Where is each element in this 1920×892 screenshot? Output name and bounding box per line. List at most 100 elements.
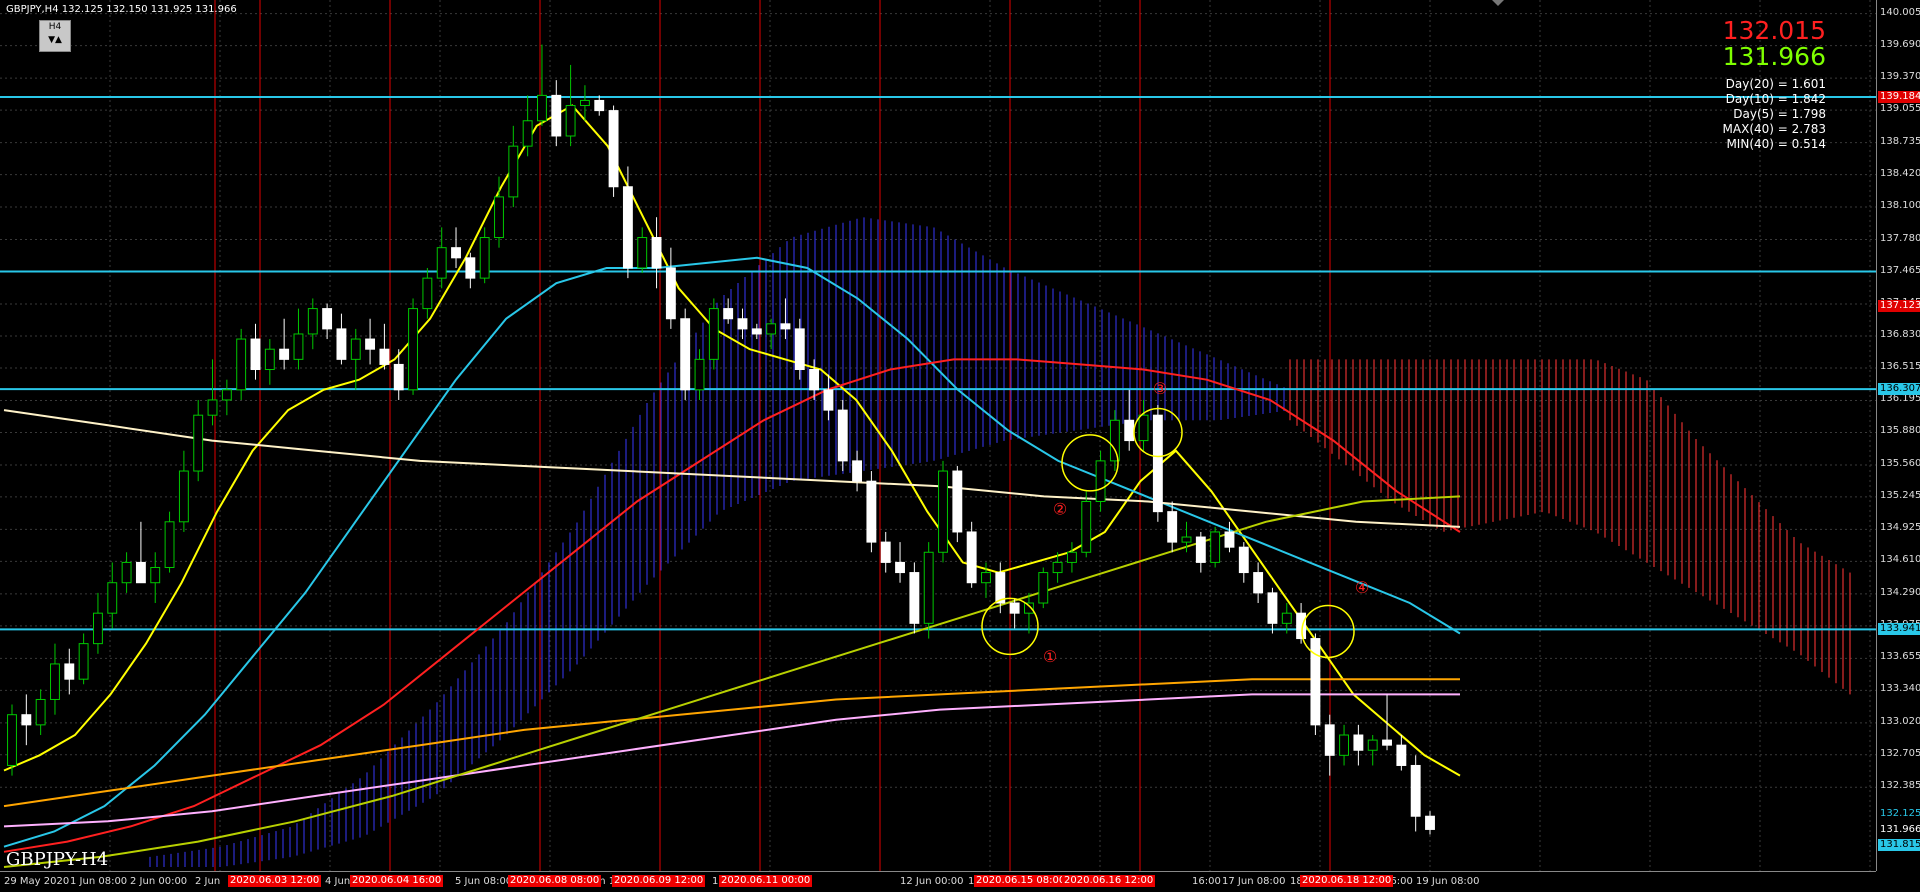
time-tag: 2020.06.04 16:00: [350, 875, 444, 887]
candle-body: [1210, 531, 1221, 563]
price-label: 133.655: [1880, 651, 1920, 663]
candle-body: [379, 348, 390, 365]
candle-body: [1095, 460, 1106, 502]
candle-body: [537, 94, 547, 122]
price-label: 132.385: [1880, 780, 1920, 792]
candle-body: [952, 470, 963, 533]
timeframe-box[interactable]: H4 ▼▲: [39, 20, 71, 52]
price-label: 138.420: [1880, 167, 1920, 179]
candle-body: [966, 531, 977, 584]
candle-body: [1281, 612, 1292, 624]
candle-body: [1109, 419, 1120, 462]
candle-body: [594, 99, 605, 112]
price-label: 133.340: [1880, 683, 1920, 695]
time-label: 5 Jun 08:00: [455, 876, 513, 887]
price-label: 135.560: [1880, 457, 1920, 469]
candle-body: [1181, 536, 1192, 543]
price-label: 137.465: [1880, 264, 1920, 276]
candle-body: [164, 521, 175, 568]
candle-body: [178, 470, 189, 523]
candle-body: [1066, 551, 1077, 563]
price-tag: 136.307: [1878, 383, 1920, 396]
candle-body: [1152, 414, 1163, 513]
price-label: 139.690: [1880, 38, 1920, 50]
annotation-marker-4: ④: [1355, 578, 1369, 597]
price-label: 134.610: [1880, 554, 1920, 566]
candle-body: [852, 460, 863, 482]
candle-body: [21, 714, 32, 726]
time-axis[interactable]: 29 May 2020 1 Jun 08:00 2 Jun 00:00 2 Jun 4 …: [0, 871, 1876, 892]
price-label: 139.055: [1880, 103, 1920, 115]
price-tag: 139.184: [1878, 91, 1920, 103]
price-chart[interactable]: ① ② ③ ④ GBPJPY,H4 132.125 132.150 131.925 1…: [0, 0, 1876, 871]
candle-body: [651, 237, 662, 269]
moving-average-line: [3, 693, 1460, 828]
moving-average-line: [3, 358, 1461, 853]
price-label: 136.830: [1880, 329, 1920, 340]
price-label: 136.515: [1880, 360, 1920, 372]
candle-body: [64, 663, 75, 680]
time-tag: 2020.06.09 12:00: [612, 875, 706, 887]
candle-body: [1081, 500, 1092, 553]
chart-canvas[interactable]: ① ② ③ ④: [0, 0, 1876, 871]
candle-body: [766, 323, 777, 335]
time-label: 4 Jun: [325, 876, 351, 887]
candle-body: [551, 94, 562, 137]
candle-body: [1009, 602, 1020, 614]
candle-body: [508, 145, 519, 198]
price-label: 135.880: [1880, 425, 1920, 437]
candle-body: [981, 572, 991, 584]
candle-body: [1238, 546, 1249, 574]
time-label: 17 Jun 08:00: [1222, 876, 1286, 887]
candle-body: [923, 551, 934, 624]
price-label: 134.290: [1880, 586, 1920, 598]
range-stats: Day(20) = 1.601 Day(10) = 1.842 Day(5) =…: [1723, 77, 1826, 152]
candle-body: [637, 237, 648, 269]
candle-body: [1167, 511, 1178, 543]
bid-price: 132.015: [1722, 16, 1826, 45]
annotation-marker-1: ①: [1043, 647, 1057, 666]
symbol-header: GBPJPY,H4 132.125 132.150 131.925 131.96…: [6, 4, 237, 15]
time-tag: 2020.06.16 12:00: [1062, 875, 1156, 887]
time-tag: 2020.06.11 00:00: [719, 875, 813, 887]
candle-body: [1267, 592, 1278, 624]
price-panel: 132.015 131.966: [1723, 18, 1826, 70]
candle-body: [622, 186, 633, 269]
candle-body: [1052, 561, 1063, 574]
candle-body: [221, 389, 232, 401]
candle-body: [250, 338, 261, 371]
candle-body: [465, 257, 476, 279]
price-tag: 133.941: [1878, 623, 1920, 636]
candle-body: [780, 323, 791, 330]
candle-body: [92, 612, 103, 645]
candle-body: [264, 348, 275, 371]
candle-body: [121, 561, 132, 584]
candle-body: [422, 277, 433, 310]
time-label: 12 Jun 00:00: [900, 876, 964, 887]
candle-body: [78, 643, 89, 680]
price-axis[interactable]: 140.005 139.690 139.370 139.055 138.735 138.4…: [1876, 0, 1920, 871]
timeframe-arrows-icon[interactable]: ▼▲: [40, 33, 70, 47]
candle-body: [1425, 815, 1435, 830]
candle-body: [938, 470, 948, 553]
candle-body: [809, 369, 820, 391]
chart-shift-marker-icon[interactable]: [1492, 0, 1504, 6]
candle-body: [880, 541, 891, 563]
stat-day20: Day(20) = 1.601: [1725, 77, 1826, 91]
candle-body: [522, 120, 533, 147]
time-label: 2 Jun 00:00: [130, 876, 188, 887]
candle-body: [837, 409, 848, 462]
time-tag: 2020.06.03 12:00: [228, 875, 322, 887]
candle-body: [236, 338, 247, 391]
candle-body: [565, 105, 576, 137]
stat-min40: MIN(40) = 0.514: [1726, 137, 1826, 151]
candle-body: [279, 348, 290, 360]
candle-body: [694, 358, 705, 391]
candle-body: [751, 328, 762, 335]
candle-body: [1324, 724, 1335, 756]
candle-body: [365, 338, 376, 350]
candle-body: [307, 308, 318, 335]
candle-body: [1038, 572, 1049, 604]
candle-body: [494, 196, 504, 239]
candle-body: [680, 318, 691, 391]
